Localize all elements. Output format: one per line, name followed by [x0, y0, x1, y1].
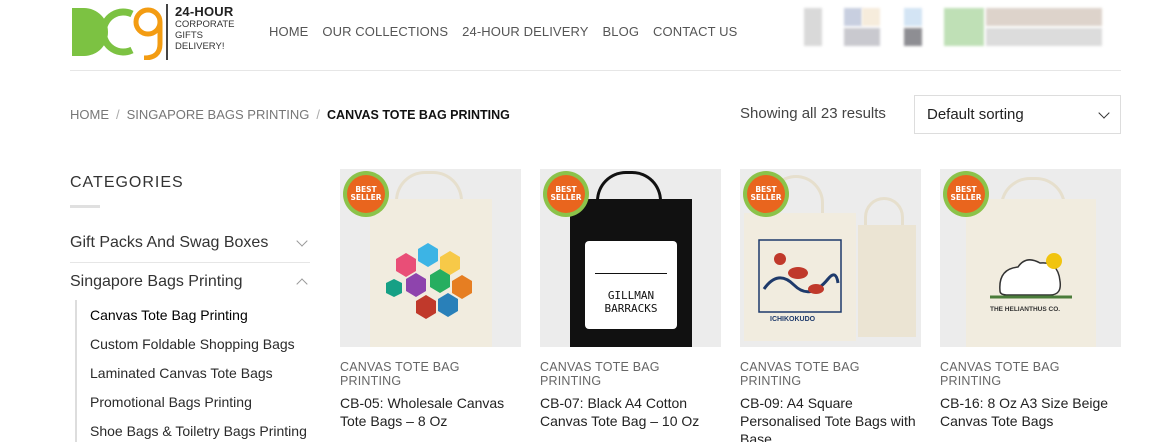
- product-image[interactable]: ICHIKOKUDO BEST SELLER: [740, 169, 921, 347]
- breadcrumb: HOME / SINGAPORE BAGS PRINTING / CANVAS …: [70, 107, 510, 122]
- best-seller-badge: BEST SELLER: [943, 171, 989, 217]
- header-divider: [70, 70, 1121, 71]
- category-label: Gift Packs And Swag Boxes: [70, 234, 269, 251]
- chevron-down-icon[interactable]: [296, 235, 308, 247]
- product-image[interactable]: THE HELIANTHUS CO. BEST SELLER: [940, 169, 1121, 347]
- heading-underline: [70, 205, 100, 208]
- nav-blog[interactable]: BLOG: [603, 24, 640, 39]
- sort-selected-label: Default sorting: [927, 106, 1024, 123]
- dc9-logo[interactable]: [70, 4, 170, 60]
- category-singapore-bags-printing[interactable]: Singapore Bags Printing: [70, 263, 310, 301]
- nav-home[interactable]: HOME: [269, 24, 308, 39]
- category-label: Singapore Bags Printing: [70, 273, 243, 290]
- subcategory-laminated-canvas-tote-bags[interactable]: Laminated Canvas Tote Bags: [90, 365, 273, 381]
- breadcrumb-singapore-bags-printing[interactable]: SINGAPORE BAGS PRINTING: [127, 107, 310, 122]
- best-seller-badge: BEST SELLER: [543, 171, 589, 217]
- product-title[interactable]: CB-09: A4 Square Personalised Tote Bags …: [740, 394, 921, 442]
- product-card[interactable]: ICHIKOKUDO BEST SELLER CANVAS TOTE BAG P…: [740, 169, 921, 442]
- product-image[interactable]: BEST SELLER: [340, 169, 521, 347]
- product-category[interactable]: CANVAS TOTE BAG PRINTING: [740, 360, 921, 388]
- product-title[interactable]: CB-05: Wholesale Canvas Tote Bags – 8 Oz: [340, 394, 521, 430]
- nav-our-collections[interactable]: OUR COLLECTIONS: [322, 24, 448, 39]
- sort-select[interactable]: Default sorting: [914, 95, 1121, 134]
- product-card[interactable]: THE HELIANTHUS CO. BEST SELLER CANVAS TO…: [940, 169, 1121, 430]
- best-seller-badge: BEST SELLER: [343, 171, 389, 217]
- breadcrumb-separator: /: [316, 107, 321, 122]
- product-card[interactable]: BEST SELLER CANVAS TOTE BAG PRINTING CB-…: [340, 169, 521, 430]
- product-image[interactable]: GILLMAN BARRACKS BEST SELLER: [540, 169, 721, 347]
- category-gift-packs[interactable]: Gift Packs And Swag Boxes: [70, 224, 310, 262]
- product-category[interactable]: CANVAS TOTE BAG PRINTING: [540, 360, 721, 388]
- product-category[interactable]: CANVAS TOTE BAG PRINTING: [940, 360, 1121, 388]
- breadcrumb-home[interactable]: HOME: [70, 107, 109, 122]
- badge-text: SELLER: [950, 193, 982, 202]
- subcategory-custom-foldable-shopping-bags[interactable]: Custom Foldable Shopping Bags: [90, 336, 295, 352]
- badge-text: SELLER: [750, 193, 782, 202]
- results-count: Showing all 23 results: [740, 105, 886, 122]
- main-nav: HOME OUR COLLECTIONS 24-HOUR DELIVERY BL…: [269, 24, 737, 39]
- product-title[interactable]: CB-07: Black A4 Cotton Canvas Tote Bag –…: [540, 394, 721, 430]
- header-blurred-widgets: [800, 8, 1110, 48]
- chevron-up-icon[interactable]: [296, 278, 308, 290]
- best-seller-badge: BEST SELLER: [743, 171, 789, 217]
- product-title[interactable]: CB-16: 8 Oz A3 Size Beige Canvas Tote Ba…: [940, 394, 1121, 430]
- nav-contact-us[interactable]: CONTACT US: [653, 24, 737, 39]
- breadcrumb-current: CANVAS TOTE BAG PRINTING: [327, 107, 510, 122]
- nav-24-hour-delivery[interactable]: 24-HOUR DELIVERY: [462, 24, 588, 39]
- site-header: 24-HOUR CORPORATE GIFTS DELIVERY! HOME O…: [0, 0, 1162, 70]
- badge-text: SELLER: [350, 193, 382, 202]
- badge-text: SELLER: [550, 193, 582, 202]
- logo-tagline: 24-HOUR CORPORATE GIFTS DELIVERY!: [166, 4, 234, 60]
- categories-heading: CATEGORIES: [70, 174, 184, 191]
- chevron-down-icon: [1098, 106, 1110, 119]
- subcategory-indent-line: [75, 300, 77, 442]
- product-category[interactable]: CANVAS TOTE BAG PRINTING: [340, 360, 521, 388]
- product-card[interactable]: GILLMAN BARRACKS BEST SELLER CANVAS TOTE …: [540, 169, 721, 430]
- subcategory-canvas-tote-bag-printing[interactable]: Canvas Tote Bag Printing: [90, 307, 248, 323]
- subcategory-shoe-bags-toiletry-bags-printing[interactable]: Shoe Bags & Toiletry Bags Printing: [90, 423, 307, 439]
- breadcrumb-separator: /: [116, 107, 120, 122]
- subcategory-promotional-bags-printing[interactable]: Promotional Bags Printing: [90, 394, 252, 410]
